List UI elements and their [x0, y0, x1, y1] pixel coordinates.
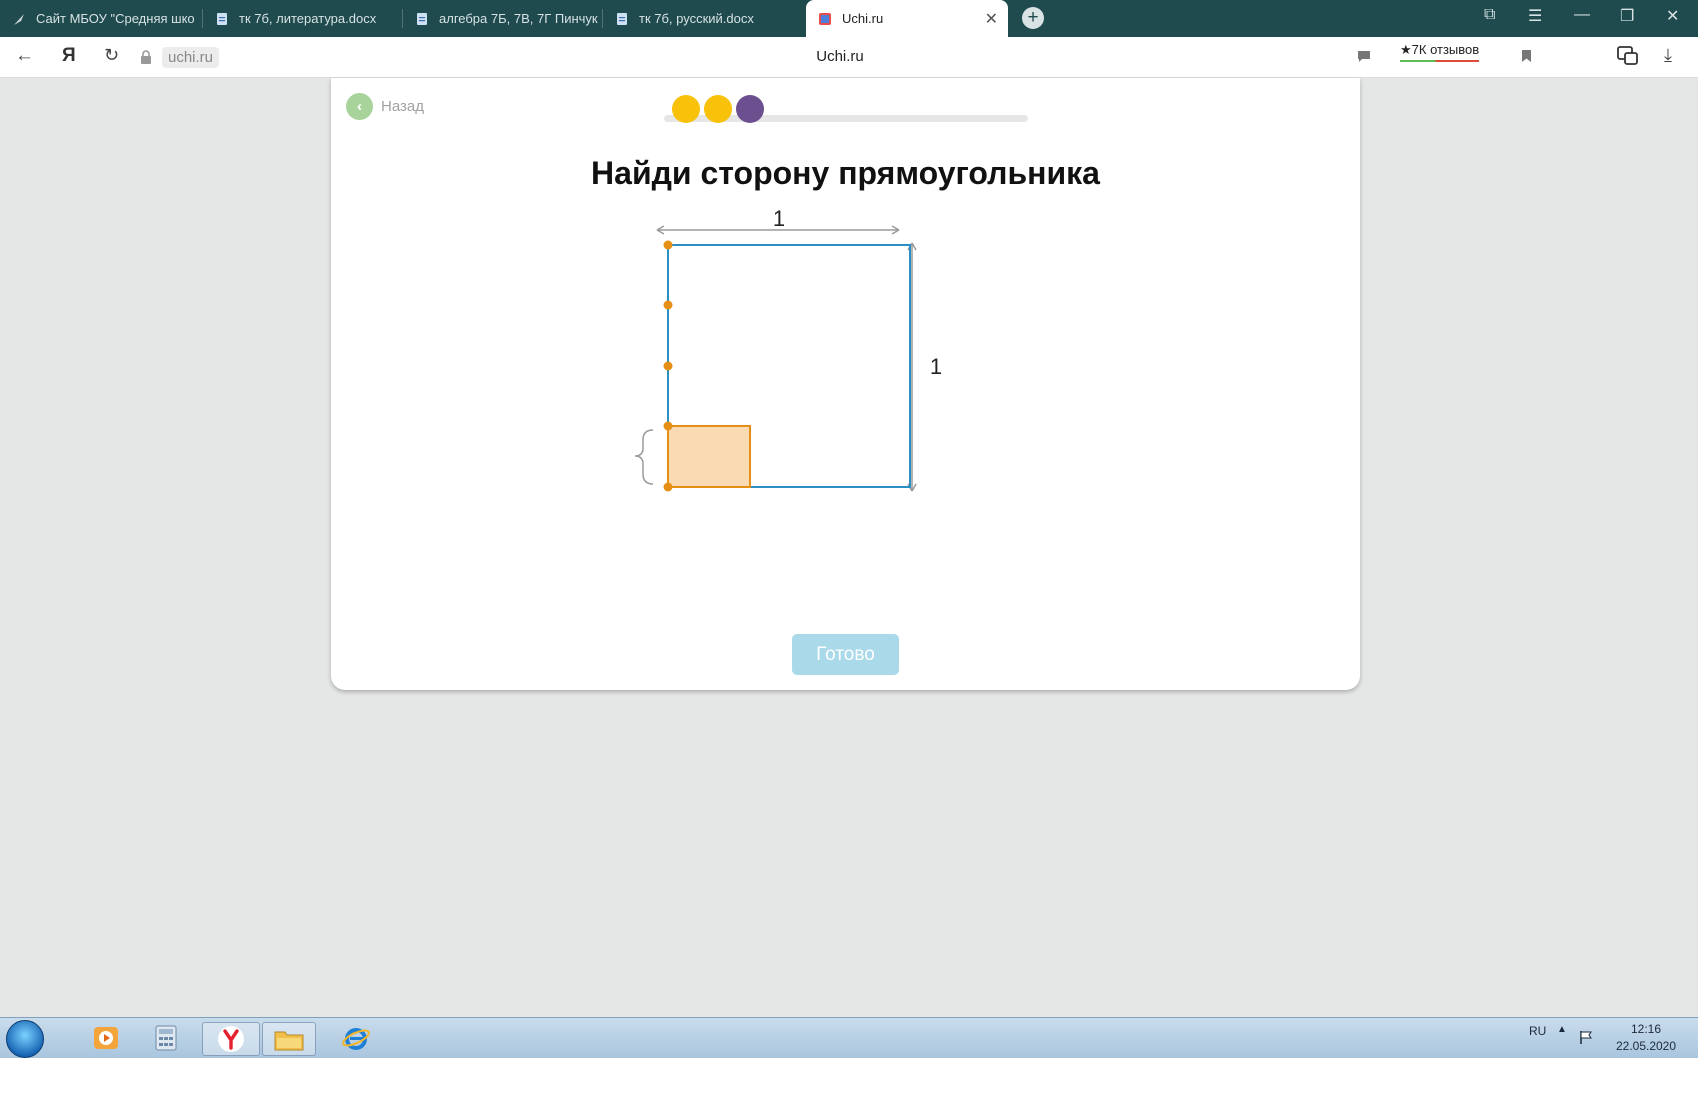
clock[interactable]: 12:16 22.05.2020 — [1610, 1021, 1682, 1055]
address-bar: ← Я ↻ uchi.ru Uchi.ru ★7К отзывов ⤓ — [0, 37, 1698, 78]
bookmark-icon[interactable] — [1521, 49, 1532, 63]
chevron-left-icon: ‹ — [346, 93, 373, 120]
yandex-browser-taskbar-icon[interactable] — [202, 1022, 260, 1056]
curly-brace — [634, 429, 654, 485]
language-indicator[interactable]: RU — [1529, 1024, 1546, 1038]
reload-icon[interactable]: ↻ — [104, 45, 119, 66]
width-label: 1 — [773, 208, 785, 231]
uchi-favicon-icon — [819, 12, 831, 25]
clock-date: 22.05.2020 — [1615, 1039, 1677, 1053]
division-point — [663, 482, 673, 492]
division-point — [663, 361, 673, 371]
close-tab-icon[interactable]: ✕ — [985, 9, 998, 29]
collections-icon[interactable]: ⧉ — [1484, 6, 1495, 24]
minimize-icon[interactable]: — — [1574, 6, 1590, 24]
progress-indicator — [664, 93, 1029, 123]
document-icon — [217, 12, 227, 25]
windows-taskbar: RU ▲ 12:16 22.05.2020 — [0, 1017, 1698, 1058]
quill-icon — [14, 13, 24, 25]
page-viewport: ‹ Назад Найди сторону прямоугольника 1 1… — [0, 78, 1698, 1017]
document-icon — [417, 12, 427, 25]
lock-icon — [141, 50, 151, 64]
menu-icon[interactable]: ☰ — [1528, 6, 1542, 26]
show-hidden-icons-icon[interactable]: ▲ — [1557, 1024, 1567, 1035]
tab-algebra-doc[interactable]: алгебра 7Б, 7В, 7Г Пинчук — [403, 0, 603, 37]
url-field[interactable]: uchi.ru — [140, 45, 220, 69]
progress-dot — [672, 95, 700, 123]
start-button-icon[interactable] — [6, 1020, 44, 1058]
done-button[interactable]: Готово — [792, 634, 899, 675]
internet-explorer-icon[interactable] — [334, 1022, 378, 1054]
clock-time: 12:16 — [1630, 1022, 1662, 1036]
chat-icon[interactable] — [1357, 50, 1371, 63]
action-center-flag-icon[interactable] — [1578, 1029, 1594, 1045]
division-point — [663, 240, 673, 250]
tab-title: тк 7б, литература.docx — [239, 11, 377, 26]
progress-dot — [704, 95, 732, 123]
yandex-logo-icon[interactable]: Я — [62, 45, 76, 67]
page-title: Uchi.ru — [816, 48, 864, 65]
protect-icon[interactable] — [1617, 46, 1639, 66]
height-label: 1 — [930, 354, 942, 379]
tab-school-site[interactable]: Сайт МБОУ "Средняя шко — [0, 0, 203, 37]
browser-tab-strip: Сайт МБОУ "Средняя шко тк 7б, литература… — [0, 0, 1698, 37]
new-tab-button[interactable]: + — [1022, 7, 1044, 29]
close-window-icon[interactable]: ✕ — [1666, 6, 1679, 26]
lesson-card: ‹ Назад Найди сторону прямоугольника 1 1… — [331, 78, 1360, 690]
tab-uchi[interactable]: Uchi.ru ✕ — [806, 0, 1008, 37]
tab-literature-doc[interactable]: тк 7б, литература.docx — [203, 0, 403, 37]
bottom-blank-area — [0, 1058, 1698, 1098]
tab-title: тк 7б, русский.docx — [639, 11, 754, 26]
back-label: Назад — [381, 98, 424, 115]
division-point — [663, 421, 673, 431]
file-explorer-icon[interactable] — [262, 1022, 316, 1056]
back-button[interactable]: ‹ Назад — [346, 93, 424, 120]
tab-title: алгебра 7Б, 7В, 7Г Пинчук — [439, 11, 598, 26]
url-text: uchi.ru — [162, 46, 220, 68]
division-point — [663, 300, 673, 310]
download-icon[interactable]: ⤓ — [1664, 45, 1672, 66]
back-arrow-icon[interactable]: ← — [15, 45, 34, 67]
document-icon — [617, 12, 627, 25]
media-player-icon[interactable] — [84, 1022, 128, 1054]
tab-title: Uchi.ru — [842, 11, 884, 26]
tab-title: Сайт МБОУ "Средняя шко — [36, 11, 195, 26]
reviews-badge[interactable]: ★7К отзывов — [1400, 42, 1480, 64]
progress-dot — [736, 95, 764, 123]
rectangle-diagram: 1 1 — [634, 208, 942, 492]
shaded-rectangle — [667, 425, 751, 488]
restore-icon[interactable]: ❐ — [1620, 6, 1634, 26]
task-title: Найди сторону прямоугольника — [591, 155, 1100, 191]
tab-russian-doc[interactable]: тк 7б, русский.docx — [603, 0, 803, 37]
calculator-icon[interactable] — [144, 1022, 188, 1054]
